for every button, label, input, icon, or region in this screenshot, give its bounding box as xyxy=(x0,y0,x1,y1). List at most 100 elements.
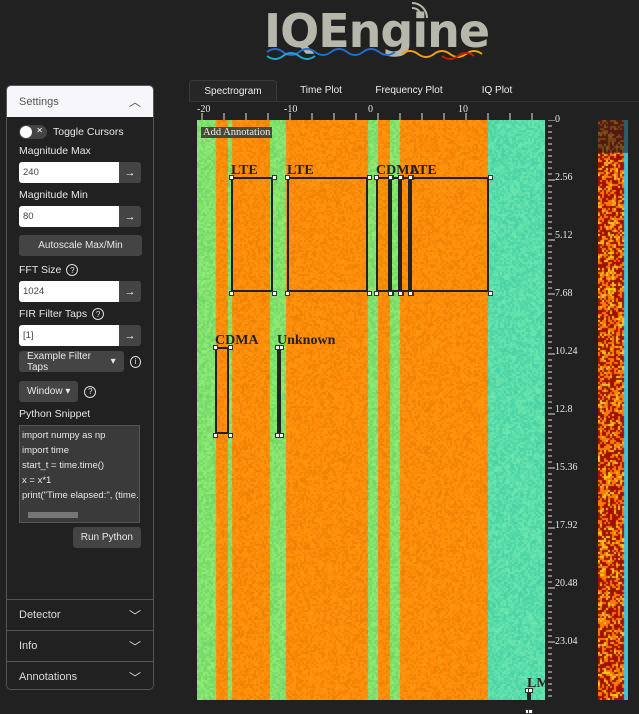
resize-handle[interactable] xyxy=(213,433,218,438)
y-tick-label: 17.92 xyxy=(555,520,578,531)
annotation-box[interactable]: Unknown xyxy=(277,347,281,434)
chevron-down-icon: ﹀ xyxy=(129,669,141,686)
fft-size-input[interactable] xyxy=(19,281,119,302)
resize-handle[interactable] xyxy=(228,345,233,350)
magnitude-max-input[interactable] xyxy=(19,162,119,183)
arrow-right-icon[interactable]: → xyxy=(119,206,141,227)
annotation-label: LTE xyxy=(231,163,258,179)
code-line: start_t = time.time() xyxy=(22,458,137,473)
resize-handle[interactable] xyxy=(272,175,277,180)
resize-handle[interactable] xyxy=(228,433,233,438)
arrow-right-icon[interactable]: → xyxy=(119,325,141,346)
annotation-label: LTE xyxy=(287,163,314,179)
annotation-box[interactable]: LTE xyxy=(231,177,273,292)
annotation-box[interactable] xyxy=(400,177,410,292)
resize-handle[interactable] xyxy=(285,291,290,296)
code-line: import numpy as np xyxy=(22,428,137,443)
annotation-box[interactable]: LM xyxy=(527,690,531,710)
resize-handle[interactable] xyxy=(408,291,413,296)
horizontal-scrollbar[interactable] xyxy=(28,512,78,518)
annotation-box[interactable]: LTE xyxy=(410,177,489,292)
toggle-switch[interactable] xyxy=(19,125,47,139)
resize-handle[interactable] xyxy=(272,291,277,296)
y-tick-label: 10.24 xyxy=(555,346,578,357)
info-accordion-header[interactable]: Info ﹀ xyxy=(7,630,153,661)
resize-handle[interactable] xyxy=(229,175,234,180)
settings-sidebar: Settings ︿ Toggle Cursors Magnitude Max →… xyxy=(6,85,154,690)
y-tick-label: 23.04 xyxy=(555,636,578,647)
info-icon[interactable]: i xyxy=(130,356,141,368)
help-icon[interactable]: ? xyxy=(66,264,78,276)
resize-handle[interactable] xyxy=(398,175,403,180)
settings-accordion-header[interactable]: Settings ︿ xyxy=(7,86,153,117)
resize-handle[interactable] xyxy=(488,291,493,296)
python-snippet-textarea[interactable]: import numpy as np import time start_t =… xyxy=(19,425,140,523)
chevron-down-icon: ﹀ xyxy=(129,607,141,624)
y-tick-label: 5.12 xyxy=(555,230,573,241)
annotation-label: CDMA xyxy=(215,333,259,349)
help-icon[interactable]: ? xyxy=(92,308,104,320)
detector-accordion-header[interactable]: Detector ﹀ xyxy=(7,599,153,630)
tab-frequency-plot[interactable]: Frequency Plot xyxy=(365,80,453,101)
arrow-right-icon[interactable]: → xyxy=(119,281,141,302)
fir-label: FIR Filter Taps xyxy=(19,308,87,320)
annotations-title: Annotations xyxy=(19,671,77,683)
magnitude-max-label: Magnitude Max xyxy=(19,145,141,157)
window-dropdown[interactable]: Window ▾ xyxy=(19,381,78,402)
tab-iq-plot[interactable]: IQ Plot xyxy=(453,80,541,101)
resize-handle[interactable] xyxy=(367,175,372,180)
fir-taps-input[interactable] xyxy=(19,325,119,346)
resize-handle[interactable] xyxy=(388,175,393,180)
chevron-up-icon: ︿ xyxy=(129,93,141,110)
wave-logo-icon xyxy=(262,2,492,62)
detector-title: Detector xyxy=(19,609,61,621)
python-snippet-label: Python Snippet xyxy=(19,408,141,420)
plot-tabs: Spectrogram Time Plot Frequency Plot IQ … xyxy=(189,80,639,102)
resize-handle[interactable] xyxy=(374,291,379,296)
resize-handle[interactable] xyxy=(528,688,533,693)
y-tick-label: 12.8 xyxy=(555,404,573,415)
y-tick-label: 15.36 xyxy=(555,462,578,473)
magnitude-min-input[interactable] xyxy=(19,206,119,227)
annotation-box[interactable]: LTE xyxy=(287,177,368,292)
code-line: x = x*1 xyxy=(22,473,137,488)
arrow-right-icon[interactable]: → xyxy=(119,162,141,183)
iqengine-logo: IQEngine xyxy=(262,2,492,62)
tab-spectrogram[interactable]: Spectrogram xyxy=(189,80,277,101)
y-tick-label: 2.56 xyxy=(555,172,573,183)
window-label: Window xyxy=(27,386,63,397)
example-taps-label: Example Filter Taps xyxy=(27,351,108,373)
code-line: import time xyxy=(22,443,137,458)
time-axis: 0 2.56 5.12 7.68 10.24 12.8 15.36 17.92 20.48 23.… xyxy=(548,120,588,700)
toggle-cursors[interactable]: Toggle Cursors xyxy=(19,125,141,139)
run-python-button[interactable]: Run Python xyxy=(73,527,141,548)
y-tick-label: 0 xyxy=(555,114,560,125)
minimap-canvas[interactable] xyxy=(598,120,628,700)
chevron-down-icon: ﹀ xyxy=(129,638,141,655)
resize-handle[interactable] xyxy=(388,291,393,296)
code-line: print("Time elapsed:", (time.tim xyxy=(22,488,137,503)
resize-handle[interactable] xyxy=(374,175,379,180)
autoscale-button[interactable]: Autoscale Max/Min xyxy=(19,235,142,256)
toggle-cursors-label: Toggle Cursors xyxy=(53,126,124,138)
resize-handle[interactable] xyxy=(528,709,533,714)
annotation-box[interactable]: CDMA xyxy=(376,177,390,292)
settings-title: Settings xyxy=(19,96,59,108)
annotation-box[interactable] xyxy=(390,177,400,292)
resize-handle[interactable] xyxy=(408,175,413,180)
resize-handle[interactable] xyxy=(213,345,218,350)
resize-handle[interactable] xyxy=(279,433,284,438)
resize-handle[interactable] xyxy=(285,175,290,180)
tab-time-plot[interactable]: Time Plot xyxy=(277,80,365,101)
y-tick-label: 20.48 xyxy=(555,578,578,589)
resize-handle[interactable] xyxy=(279,345,284,350)
resize-handle[interactable] xyxy=(488,175,493,180)
resize-handle[interactable] xyxy=(367,291,372,296)
annotations-accordion-header[interactable]: Annotations ﹀ xyxy=(7,661,153,690)
example-filter-taps-dropdown[interactable]: Example Filter Taps ▾ xyxy=(19,351,124,372)
add-annotation-button[interactable]: Add Annotation xyxy=(201,127,272,138)
resize-handle[interactable] xyxy=(229,291,234,296)
help-icon[interactable]: ? xyxy=(84,386,96,398)
resize-handle[interactable] xyxy=(398,291,403,296)
annotation-box[interactable]: CDMA xyxy=(215,347,229,434)
